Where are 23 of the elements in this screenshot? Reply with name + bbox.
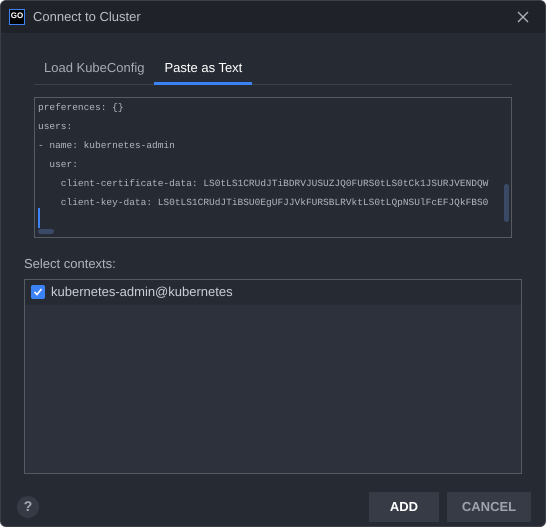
context-name: kubernetes-admin@kubernetes [51, 283, 233, 302]
scrollbar-thumb[interactable] [504, 184, 509, 222]
app-logo: GO [9, 9, 25, 25]
checkmark-icon [33, 287, 43, 297]
add-button[interactable]: ADD [369, 492, 439, 522]
close-icon[interactable] [517, 11, 529, 23]
code-editor[interactable] [34, 97, 512, 238]
code-line: client-key-data: LS0tLS1CRUdJTiBSU0EgUFJJVkFURSBLRVktLS0tLQpNSUlFcEFJQkFBS0 [60, 196, 488, 210]
tab[interactable]: Load KubeConfig [34, 53, 154, 85]
help-button[interactable]: ? [17, 496, 39, 518]
scrollbar-thumb[interactable] [38, 229, 54, 234]
code-line: - name: kubernetes-admin [38, 139, 175, 153]
context-item[interactable]: kubernetes-admin@kubernetes [25, 280, 521, 304]
code-line: client-certificate-data: LS0tLS1CRUdJTiBDRVJUSUZJQ0FURS0tLS0tCk1JSURJVENDQW [60, 177, 488, 191]
window-title: Connect to Cluster [33, 8, 142, 26]
code-line: user: [48, 158, 78, 172]
tab[interactable]: Paste as Text [154, 53, 252, 85]
text-cursor [38, 208, 40, 228]
cancel-button[interactable]: CANCEL [447, 492, 531, 522]
code-line: preferences: {} [38, 101, 124, 115]
checkbox[interactable] [31, 285, 45, 299]
contexts-label: Select contexts: [24, 255, 116, 273]
code-line: users: [38, 120, 72, 134]
